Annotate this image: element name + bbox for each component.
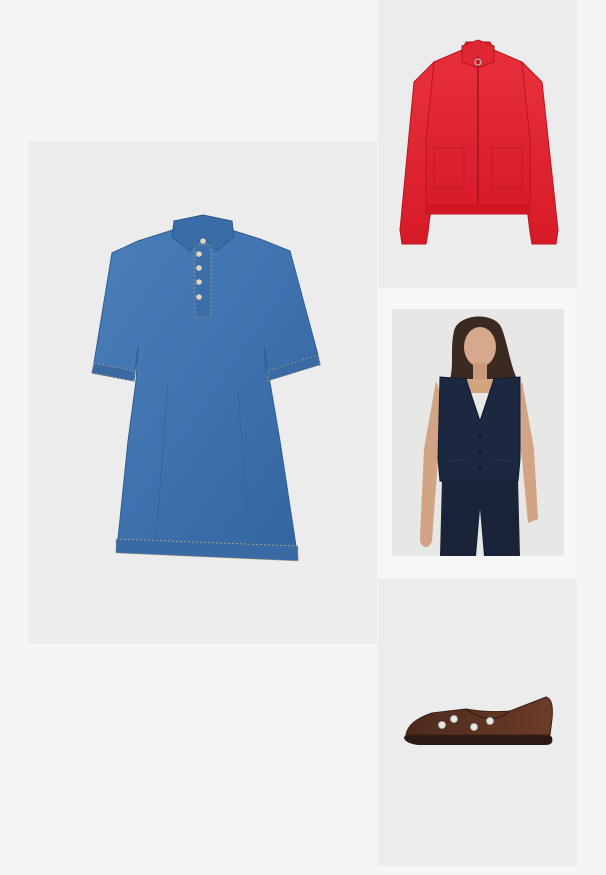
navy-waistcoat-card[interactable]: [392, 309, 564, 556]
brown-flats-card[interactable]: [378, 579, 577, 866]
model-navy-waistcoat-image: [420, 316, 538, 556]
red-cardigan-card[interactable]: [378, 0, 577, 288]
denim-dress-card[interactable]: [28, 141, 377, 644]
denim-shirt-dress-image: [91, 214, 321, 562]
brown-suede-flat-shoe-image: [404, 696, 553, 745]
red-zip-cardigan-image: [399, 39, 559, 245]
